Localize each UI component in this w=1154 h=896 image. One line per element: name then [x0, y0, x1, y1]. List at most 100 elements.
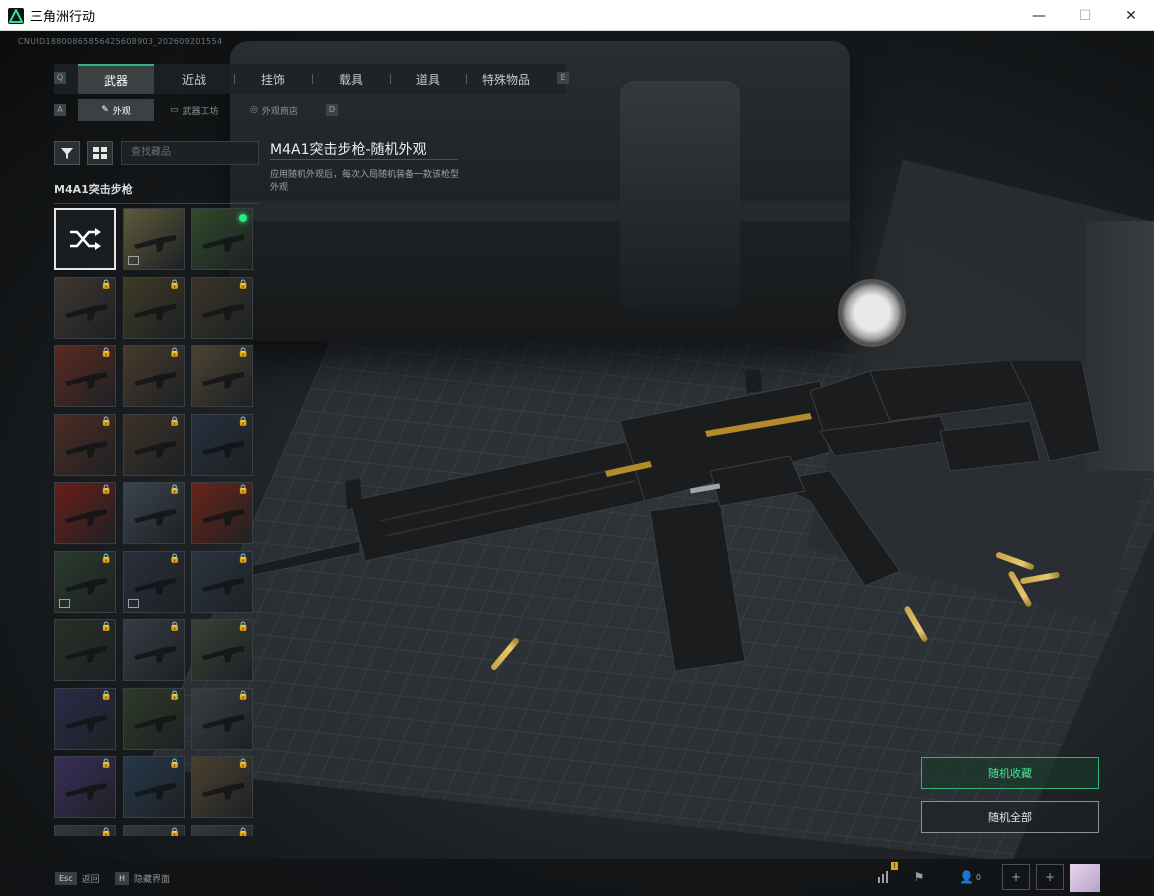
maximize-button[interactable]: ☐ [1062, 0, 1108, 31]
flag-icon: ⚑ [913, 870, 925, 884]
skin-tile[interactable]: 🔒 [191, 482, 253, 544]
window-title: 三角洲行动 [30, 10, 96, 25]
skin-thumbnail [132, 574, 178, 595]
tab-charms[interactable]: 挂饰 [234, 64, 312, 94]
skin-thumbnail [63, 779, 109, 800]
skin-tile[interactable]: 🔒 [191, 550, 253, 613]
skin-tile[interactable]: 🔒 [54, 687, 116, 750]
lock-icon: 🔒 [100, 416, 112, 427]
m4a1-rifle-model[interactable] [250, 361, 1110, 691]
lock-icon: 🔒 [237, 279, 249, 290]
tab-vehicles[interactable]: 载具 [312, 64, 390, 94]
esc-key: Esc [55, 871, 77, 885]
skin-tile[interactable]: 🔒 [54, 482, 116, 544]
random-favorite-button[interactable]: 随机收藏 [921, 757, 1099, 789]
image-badge-icon [59, 598, 70, 608]
stats-button[interactable]: ! [870, 862, 898, 890]
skin-tile[interactable]: 🔒 [54, 824, 116, 836]
skin-tile[interactable]: 🔒 [191, 824, 253, 837]
skin-thumbnail [200, 711, 246, 732]
skin-tile[interactable]: 🔒 [191, 687, 253, 750]
bottom-bar: Esc 返回 H 隐藏界面 ! ⚑ 👤 0 + + [0, 859, 1154, 896]
stats-alert-badge: ! [891, 862, 898, 870]
lock-icon: 🔒 [169, 553, 181, 564]
tab-items[interactable]: 道具 [390, 64, 466, 94]
player-avatar[interactable] [1070, 864, 1100, 892]
random-all-button[interactable]: 随机全部 [921, 801, 1099, 833]
nav-next-key-hint: E [557, 72, 569, 84]
skin-thumbnail [63, 300, 109, 321]
skin-thumbnail [63, 437, 109, 458]
tab-special-items[interactable]: 特殊物品 [466, 64, 546, 94]
skin-thumbnail [132, 231, 178, 252]
filter-icon [61, 148, 73, 159]
tab-melee[interactable]: 近战 [154, 64, 234, 94]
skin-tile[interactable]: 🔒 [54, 345, 116, 407]
skin-thumbnail [132, 779, 178, 800]
skin-thumbnail [63, 368, 109, 389]
grid-view-icon [93, 147, 107, 159]
flag-button[interactable]: ⚑ [905, 864, 933, 890]
random-skin-tile[interactable] [54, 208, 116, 270]
skin-tile[interactable]: 🔒 [54, 276, 116, 339]
skin-tile[interactable]: 🔒 [54, 550, 116, 613]
subtab-shop-label: 外观商店 [261, 106, 298, 117]
skin-tile[interactable]: 🔒 [122, 756, 185, 818]
friends-button[interactable]: 👤 0 [950, 864, 990, 890]
h-key: H [115, 871, 130, 885]
subtab-appearance-label: 外观 [112, 106, 131, 117]
subtab-appearance-shop[interactable]: ◎ 外观商店 [250, 99, 320, 121]
skin-tile[interactable]: 🔒 [122, 345, 185, 407]
add-slot-button-2[interactable]: + [1036, 864, 1064, 890]
hide-ui-hint[interactable]: H 隐藏界面 [115, 867, 170, 889]
skin-tile[interactable]: 🔒 [191, 345, 253, 407]
lock-icon: 🔒 [169, 416, 181, 427]
game-viewport: CNUID1880086585642560890​3_202609201554 … [0, 31, 1154, 896]
skin-thumbnail [200, 505, 246, 526]
skin-tile[interactable] [191, 208, 253, 270]
add-slot-button-1[interactable]: + [1002, 864, 1030, 890]
skin-tile[interactable]: 🔒 [191, 413, 253, 476]
skin-tile[interactable]: 🔒 [122, 824, 185, 837]
subtab-appearance[interactable]: ✎ 外观 [78, 99, 154, 121]
tab-weapons[interactable]: 武器 [78, 64, 154, 94]
shop-icon: ◎ [250, 105, 258, 115]
layout-toggle-button[interactable] [87, 141, 113, 165]
player-uid-text: CNUID1880086585642560890​3_202609201554 [18, 37, 223, 46]
equipped-indicator [239, 214, 247, 222]
skin-tile[interactable]: 🔒 [122, 482, 185, 544]
hide-ui-label: 隐藏界面 [134, 874, 171, 885]
minimize-button[interactable]: — [1016, 0, 1062, 31]
compass-gauge [838, 279, 906, 347]
lock-icon: 🔒 [237, 348, 249, 358]
close-button[interactable]: ✕ [1108, 0, 1154, 31]
skin-tile[interactable]: 🔒 [54, 413, 116, 476]
lock-icon: 🔒 [100, 348, 112, 358]
filter-button[interactable] [54, 141, 80, 165]
lock-icon: 🔒 [237, 416, 249, 427]
skin-thumbnail [200, 779, 246, 800]
skin-tile[interactable]: 🔒 [54, 619, 116, 681]
lock-icon: 🔒 [169, 827, 181, 837]
subnav-next-key-hint: D [326, 104, 338, 116]
skin-tile[interactable]: 🔒 [191, 276, 253, 339]
lock-icon: 🔒 [169, 279, 181, 290]
nav-prev-key-hint: Q [54, 72, 66, 84]
search-input[interactable]: 查找藏品 [121, 141, 259, 165]
skin-tile[interactable]: 🔒 [122, 687, 185, 750]
lock-icon: 🔒 [237, 827, 249, 837]
skin-tile[interactable]: 🔒 [122, 413, 185, 476]
app-logo-icon [8, 8, 24, 24]
skin-tile[interactable]: 🔒 [122, 550, 185, 613]
skin-thumbnail [132, 300, 178, 321]
skin-thumbnail [200, 642, 246, 663]
skin-tile[interactable]: 🔒 [54, 756, 116, 818]
skin-tile[interactable] [122, 208, 185, 270]
skin-tile[interactable]: 🔒 [191, 756, 253, 818]
skin-tile[interactable]: 🔒 [122, 276, 185, 339]
skin-tile[interactable]: 🔒 [191, 619, 253, 681]
back-hint[interactable]: Esc 返回 [55, 867, 100, 889]
subtab-weapon-workshop[interactable]: ▭ 武器工坊 [170, 99, 240, 121]
skin-tile[interactable]: 🔒 [122, 619, 185, 681]
maximize-icon: ☐ [1078, 7, 1092, 24]
